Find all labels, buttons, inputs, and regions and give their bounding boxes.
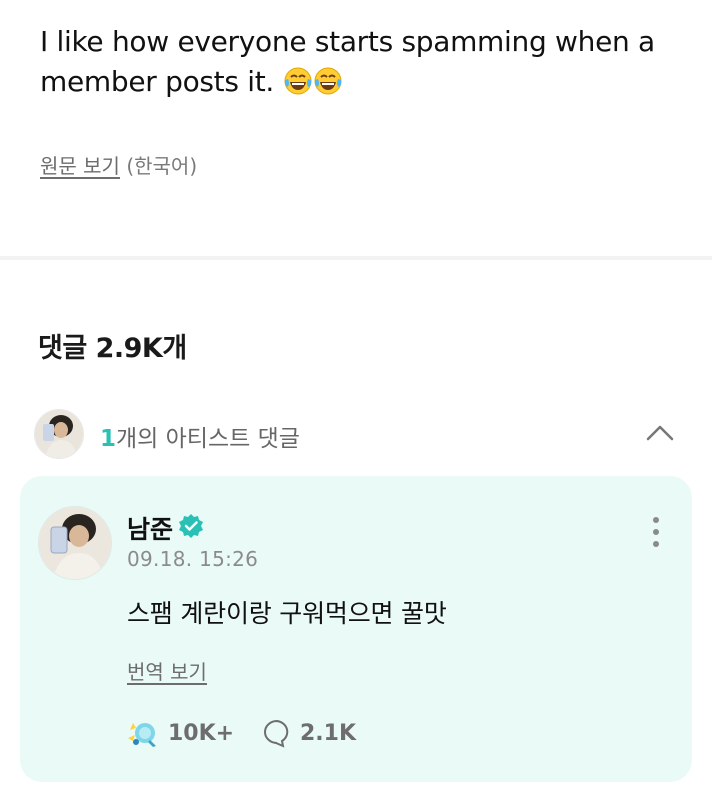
chevron-up-icon[interactable]	[640, 413, 680, 453]
artist-comment-card: 남준 09.18. 15:26 스팸 계란이랑 구워먹으면 꿀맛 번역 보기 1…	[20, 476, 692, 782]
reply-button[interactable]: 2.1K	[262, 716, 356, 750]
verified-badge-icon	[179, 514, 203, 538]
comment-body: 스팸 계란이랑 구워먹으면 꿀맛	[127, 599, 447, 628]
speech-bubble-icon	[264, 719, 289, 748]
section-divider	[0, 256, 712, 260]
post-text-content: I like how everyone starts spamming when…	[40, 25, 655, 98]
more-options-icon[interactable]	[638, 512, 674, 552]
artist-avatar	[34, 409, 84, 459]
reply-count: 2.1K	[300, 720, 357, 746]
face-with-tears-of-joy-icon	[284, 67, 312, 95]
original-language-label: (한국어)	[126, 154, 198, 178]
comments-count-heading: 댓글 2.9K개	[38, 333, 187, 364]
author-name[interactable]: 남준	[127, 510, 173, 546]
cheer-reaction-icon	[128, 723, 156, 747]
face-with-tears-of-joy-icon	[314, 67, 342, 95]
comment-timestamp: 09.18. 15:26	[127, 547, 259, 571]
artist-comments-label: 1개의 아티스트 댓글	[100, 419, 300, 453]
author-avatar[interactable]	[38, 506, 112, 580]
original-language-row: 원문 보기 (한국어)	[40, 150, 197, 179]
post-text: I like how everyone starts spamming when…	[40, 22, 680, 102]
view-translation-link[interactable]: 번역 보기	[127, 656, 207, 685]
artist-comments-toggle[interactable]: 1개의 아티스트 댓글	[34, 409, 680, 459]
reaction-button[interactable]: 10K+	[126, 716, 234, 750]
view-original-link[interactable]: 원문 보기	[40, 154, 120, 178]
artist-comments-count: 1	[100, 426, 117, 452]
reaction-count: 10K+	[168, 720, 235, 746]
artist-comments-text: 개의 아티스트 댓글	[116, 426, 300, 452]
